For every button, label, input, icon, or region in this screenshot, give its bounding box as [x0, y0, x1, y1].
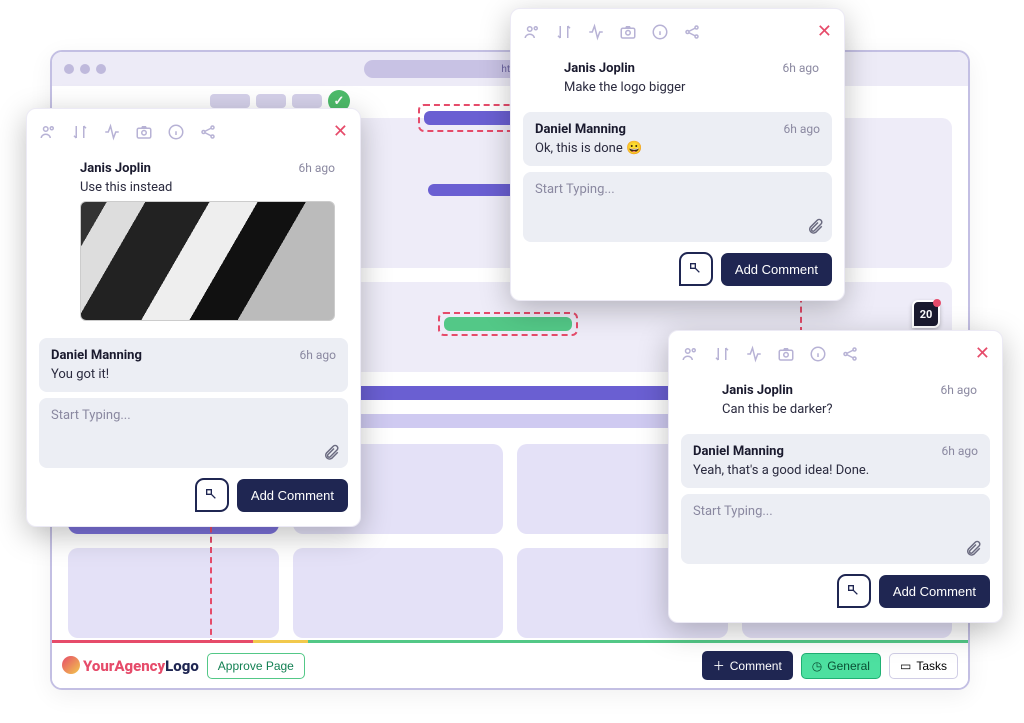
comment-popup: ✕ Janis Joplin 6h ago Use this instead Da… — [26, 108, 361, 527]
bottom-toolbar: YourAgencyLogo Approve Page ＋Comment ◷Ge… — [52, 640, 968, 688]
popup-toolbar: ✕ — [523, 21, 832, 42]
camera-icon[interactable] — [135, 123, 153, 141]
timestamp: 6h ago — [299, 161, 335, 176]
clock-icon: ◷ — [812, 659, 822, 673]
grid-card[interactable] — [68, 548, 279, 638]
timestamp: 6h ago — [784, 122, 820, 137]
placeholder-bar — [444, 317, 572, 331]
camera-icon[interactable] — [619, 23, 637, 41]
add-comment-button[interactable]: ＋Comment — [702, 651, 793, 680]
comment-popup: ✕ Janis Joplin 6h ago Can this be darker?… — [668, 330, 1003, 623]
traffic-light-dot — [96, 64, 106, 74]
sort-icon[interactable] — [555, 23, 573, 41]
comment-target-box[interactable] — [438, 312, 578, 336]
logo-icon — [62, 656, 80, 674]
comment-message: Janis Joplin 6h ago Can this be darker? — [681, 372, 990, 428]
users-icon[interactable] — [681, 345, 699, 363]
share-icon[interactable] — [199, 123, 217, 141]
info-icon[interactable] — [651, 23, 669, 41]
annotate-button[interactable] — [837, 574, 871, 608]
placeholder-text: Start Typing... — [693, 504, 773, 519]
paperclip-icon[interactable] — [322, 444, 340, 462]
author-name: Daniel Manning — [535, 122, 626, 137]
popup-toolbar: ✕ — [681, 343, 990, 364]
placeholder-text: Start Typing... — [535, 182, 615, 197]
info-icon[interactable] — [809, 345, 827, 363]
approve-page-button[interactable]: Approve Page — [207, 653, 305, 679]
timestamp: 6h ago — [941, 383, 977, 398]
message-body: Can this be darker? — [722, 402, 977, 417]
comment-popup: ✕ Janis Joplin 6h ago Make the logo bigge… — [510, 8, 845, 301]
reply-input[interactable]: Start Typing... — [681, 494, 990, 564]
share-icon[interactable] — [683, 23, 701, 41]
author-name: Daniel Manning — [693, 444, 784, 459]
share-icon[interactable] — [841, 345, 859, 363]
close-icon[interactable]: ✕ — [975, 343, 990, 364]
plus-icon: ＋ — [713, 657, 725, 674]
timestamp: 6h ago — [783, 61, 819, 76]
author-name: Janis Joplin — [80, 161, 151, 176]
info-icon[interactable] — [167, 123, 185, 141]
agency-logo: YourAgencyLogo — [62, 656, 199, 675]
nav-pill — [256, 94, 286, 108]
author-name: Daniel Manning — [51, 348, 142, 363]
users-icon[interactable] — [39, 123, 57, 141]
message-body: You got it! — [51, 367, 336, 382]
chat-icon: ▭ — [900, 659, 911, 673]
general-filter-button[interactable]: ◷General — [801, 653, 881, 679]
camera-icon[interactable] — [777, 345, 795, 363]
sort-icon[interactable] — [71, 123, 89, 141]
message-body: Use this instead — [80, 180, 335, 195]
author-name: Janis Joplin — [722, 383, 793, 398]
users-icon[interactable] — [523, 23, 541, 41]
reply-input[interactable]: Start Typing... — [523, 172, 832, 242]
close-icon[interactable]: ✕ — [333, 121, 348, 142]
timestamp: 6h ago — [942, 444, 978, 459]
message-body: Make the logo bigger — [564, 80, 819, 95]
paperclip-icon[interactable] — [806, 218, 824, 236]
message-body: Ok, this is done 😀 — [535, 141, 820, 156]
message-body: Yeah, that's a good idea! Done. — [693, 463, 978, 478]
popup-toolbar: ✕ — [39, 121, 348, 142]
placeholder-text: Start Typing... — [51, 408, 131, 423]
traffic-light-dot — [80, 64, 90, 74]
comment-message: Janis Joplin 6h ago Use this instead — [39, 150, 348, 332]
activity-icon[interactable] — [745, 345, 763, 363]
annotate-button[interactable] — [195, 478, 229, 512]
add-comment-button[interactable]: Add Comment — [721, 253, 832, 286]
nav-pill — [210, 94, 250, 108]
timestamp: 6h ago — [300, 348, 336, 363]
close-icon[interactable]: ✕ — [817, 21, 832, 42]
sort-icon[interactable] — [713, 345, 731, 363]
comment-message: Daniel Manning 6h ago Ok, this is done 😀 — [523, 112, 832, 166]
comment-message: Daniel Manning 6h ago Yeah, that's a good… — [681, 434, 990, 488]
grid-card[interactable] — [293, 548, 504, 638]
traffic-light-dot — [64, 64, 74, 74]
annotate-button[interactable] — [679, 252, 713, 286]
reply-input[interactable]: Start Typing... — [39, 398, 348, 468]
add-comment-button[interactable]: Add Comment — [879, 575, 990, 608]
add-comment-button[interactable]: Add Comment — [237, 479, 348, 512]
comment-pin[interactable]: 20 — [912, 300, 940, 328]
paperclip-icon[interactable] — [964, 540, 982, 558]
attached-image[interactable] — [80, 201, 335, 321]
tasks-button[interactable]: ▭Tasks — [889, 653, 958, 679]
nav-pill — [292, 94, 322, 108]
activity-icon[interactable] — [103, 123, 121, 141]
activity-icon[interactable] — [587, 23, 605, 41]
author-name: Janis Joplin — [564, 61, 635, 76]
comment-message: Daniel Manning 6h ago You got it! — [39, 338, 348, 392]
comment-message: Janis Joplin 6h ago Make the logo bigger — [523, 50, 832, 106]
